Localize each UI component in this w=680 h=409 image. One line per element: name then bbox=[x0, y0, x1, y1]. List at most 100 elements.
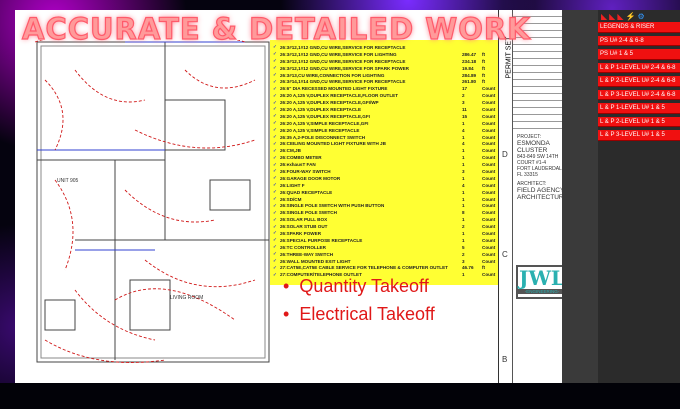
sheet-item[interactable]: L & P 3-LEVEL U# 2-4 & 6-8 bbox=[598, 89, 680, 100]
table-row[interactable]: ✓ 26:WALL MOUNTED EXIT LIGHT 3 Count bbox=[270, 258, 498, 265]
row-description: 26:20 A,125 V,DUPLEX RECEPTACLE bbox=[280, 106, 362, 112]
sheet-item[interactable]: L & P 3-LEVEL U# 1 & 5 bbox=[598, 130, 680, 141]
table-row[interactable]: ✓ 26:SOLAR STUB OUT 2 Count bbox=[270, 223, 498, 230]
table-row[interactable]: ✓ 26:20 A,125 V,DUPLEX RECEPTACLE,GFI/WP 3… bbox=[270, 99, 498, 106]
check-icon[interactable]: ✓ bbox=[273, 134, 280, 140]
row-unit: Count bbox=[482, 224, 496, 230]
add-icon[interactable]: ◣ bbox=[609, 12, 615, 21]
check-icon[interactable]: ✓ bbox=[273, 265, 280, 271]
table-row[interactable]: ✓ 26:20 A,125 V,SIMPLE RECEPTACLE 4 Count bbox=[270, 127, 498, 134]
gear-icon[interactable]: ⚙ bbox=[637, 12, 644, 21]
check-icon[interactable]: ✓ bbox=[273, 251, 280, 257]
table-row[interactable]: ✓ 26:LIGHT F 4 Count bbox=[270, 182, 498, 189]
check-icon[interactable]: ✓ bbox=[273, 155, 280, 161]
table-row[interactable]: ✓ 26:FOUR-WAY SWITCH 3 Count bbox=[270, 168, 498, 175]
table-row[interactable]: ✓ 26:3#14,1#14 GND,CU WIRE,SERVICE FOR RE… bbox=[270, 78, 498, 85]
check-icon[interactable]: ✓ bbox=[273, 196, 280, 202]
sheet-item[interactable]: PS U# 2-4 & 6-8 bbox=[598, 35, 680, 46]
table-row[interactable]: ✓ 26:SINGLE POLE SWITCH 8 Count bbox=[270, 209, 498, 216]
check-icon[interactable]: ✓ bbox=[273, 237, 280, 243]
check-icon[interactable]: ✓ bbox=[273, 189, 280, 195]
row-description: 26:20 A,125 V,DUPLEX RECEPTACLE,FLOOR OU… bbox=[280, 93, 399, 99]
row-unit: Count bbox=[482, 134, 496, 140]
check-icon[interactable]: ✓ bbox=[273, 230, 280, 236]
table-row[interactable]: ✓ 26:3#12,1#12 GND,CU WIRE,SERVICE FOR LI… bbox=[270, 51, 498, 58]
check-icon[interactable]: ✓ bbox=[273, 141, 280, 147]
table-row[interactable]: ✓ 26:3#12,1#12 GND,CU WIRE,SERVICE FOR RE… bbox=[270, 58, 498, 65]
table-row[interactable]: ✓ 26:20 A,125 V,SIMPLE RECEPTACLE,GFI 1 Cou… bbox=[270, 120, 498, 127]
check-icon[interactable]: ✓ bbox=[273, 72, 280, 78]
row-quantity: 3 bbox=[462, 100, 465, 106]
row-quantity: 2 bbox=[462, 93, 465, 99]
table-row[interactable]: ✓ 26:20 A,125 V,DUPLEX RECEPTACLE 11 Count bbox=[270, 106, 498, 113]
row-unit: Count bbox=[482, 162, 496, 168]
table-row[interactable]: ✓ 26:SINGLE POLE SWITCH WITH PUSH BUTTON 1… bbox=[270, 202, 498, 209]
row-quantity: 234.18 bbox=[462, 58, 477, 64]
table-row[interactable]: ✓ 26:SOLAR PULL BOX 1 Count bbox=[270, 216, 498, 223]
row-description: 26:CEILING MOUNTED LIGHT FIXTURE WITH JB bbox=[280, 141, 386, 147]
check-icon[interactable]: ✓ bbox=[273, 148, 280, 154]
check-icon[interactable]: ✓ bbox=[273, 258, 280, 264]
sheet-strip: PERMIT SET D C B bbox=[499, 10, 513, 383]
table-row[interactable]: ✓ 26:GARAGE DOOR MOTOR 1 Count bbox=[270, 175, 498, 182]
sheet-item[interactable]: LEGENDS & RISER bbox=[598, 22, 680, 33]
table-row[interactable]: ✓ 26:COMBO METER 1 Count bbox=[270, 154, 498, 161]
row-quantity: 1 bbox=[462, 134, 465, 140]
check-icon[interactable]: ✓ bbox=[273, 113, 280, 119]
row-description: 26:FOUR-WAY SWITCH bbox=[280, 168, 331, 174]
check-icon[interactable]: ✓ bbox=[273, 272, 280, 278]
check-icon[interactable]: ✓ bbox=[273, 120, 280, 126]
table-row[interactable]: ✓ 26:6" DIA RECESSED MOUNTED LIGHT FIXTUR… bbox=[270, 85, 498, 92]
check-icon[interactable]: ✓ bbox=[273, 217, 280, 223]
table-row[interactable]: ✓ 26:SPECIAL PURPOSE RECEPTACLE 1 Count bbox=[270, 237, 498, 244]
check-icon[interactable]: ✓ bbox=[273, 106, 280, 112]
row-unit: ft bbox=[482, 65, 486, 71]
check-icon[interactable]: ✓ bbox=[273, 51, 280, 57]
table-row[interactable]: ✓ 26:35 A,2-POLE DISCONNECT SWITCH 1 Count bbox=[270, 134, 498, 141]
table-row[interactable]: ✓ 26:exhausT FAN 1 Count bbox=[270, 161, 498, 168]
sheet-item[interactable]: L & P 2-LEVEL U# 2-4 & 6-8 bbox=[598, 76, 680, 87]
check-icon[interactable]: ✓ bbox=[273, 168, 280, 174]
check-icon[interactable]: ✓ bbox=[273, 79, 280, 85]
table-row[interactable]: ✓ 26:3#12,1#12 GND,CU WIRE,SERVICE FOR SP… bbox=[270, 65, 498, 72]
lightning-icon[interactable]: ⚡ bbox=[625, 12, 635, 21]
table-row[interactable]: ✓ 26:QUAD RECEPTACLE 1 Count bbox=[270, 189, 498, 196]
table-row[interactable]: ✓ 26:TC CONTROLLER 5 Count bbox=[270, 244, 498, 251]
table-row[interactable]: ✓ 26:CM,JB 1 Count bbox=[270, 147, 498, 154]
row-quantity: 1 bbox=[462, 120, 465, 126]
table-row[interactable]: ✓ 26:SPARK POWER 1 Count bbox=[270, 230, 498, 237]
bullet-electrical-takeoff: • Electrical Takeoff bbox=[283, 304, 435, 324]
table-row[interactable]: ✓ 26:20 A,125 V,DUPLEX RECEPTACLE,FLOOR O… bbox=[270, 92, 498, 99]
check-icon[interactable]: ✓ bbox=[273, 203, 280, 209]
check-icon[interactable]: ✓ bbox=[273, 162, 280, 168]
table-row[interactable]: ✓ 26:CEILING MOUNTED LIGHT FIXTURE WITH J… bbox=[270, 140, 498, 147]
check-icon[interactable]: ✓ bbox=[273, 100, 280, 106]
markup-icon[interactable]: ◣ bbox=[601, 12, 607, 21]
table-row[interactable]: ✓ 26:3#13,CU WIRE,CONNECTION FOR LIGHTING… bbox=[270, 72, 498, 79]
check-icon[interactable]: ✓ bbox=[273, 93, 280, 99]
sheet-item[interactable]: PS U# 1 & 5 bbox=[598, 49, 680, 60]
row-unit: Count bbox=[482, 100, 496, 106]
check-icon[interactable]: ✓ bbox=[273, 224, 280, 230]
check-icon[interactable]: ✓ bbox=[273, 127, 280, 133]
table-row[interactable]: ✓ 26:THREE-WAY SWITCH 2 Count bbox=[270, 251, 498, 258]
check-icon[interactable]: ✓ bbox=[273, 210, 280, 216]
sheet-item[interactable]: L & P 1-LEVEL U# 1 & 5 bbox=[598, 103, 680, 114]
check-icon[interactable]: ✓ bbox=[273, 65, 280, 71]
remove-icon[interactable]: ◣ bbox=[617, 12, 623, 21]
check-icon[interactable]: ✓ bbox=[273, 86, 280, 92]
table-row[interactable]: ✓ 26:20 A,125 V,DUPLEX RECEPTACLE,GFI 15 Co… bbox=[270, 113, 498, 120]
table-row[interactable]: ✓ 27:CAT5E,CAT5E CABLE SERVICE FOR TELEPH… bbox=[270, 265, 498, 272]
check-icon[interactable]: ✓ bbox=[273, 182, 280, 188]
check-icon[interactable]: ✓ bbox=[273, 244, 280, 250]
row-description: 26:WALL MOUNTED EXIT LIGHT bbox=[280, 258, 351, 264]
row-description: 26:LIGHT F bbox=[280, 182, 305, 188]
sheet-item[interactable]: L & P 1-LEVEL U# 2-4 & 6-8 bbox=[598, 62, 680, 73]
check-icon[interactable]: ✓ bbox=[273, 58, 280, 64]
check-icon[interactable]: ✓ bbox=[273, 175, 280, 181]
row-description: 27:CAT5E,CAT5E CABLE SERVICE FOR TELEPHO… bbox=[280, 265, 448, 271]
row-unit: Count bbox=[482, 251, 496, 257]
table-row[interactable]: ✓ 26:SD/CM 1 Count bbox=[270, 196, 498, 203]
sheet-item[interactable]: L & P 2-LEVEL U# 1 & 5 bbox=[598, 116, 680, 127]
row-quantity: 1 bbox=[462, 272, 465, 278]
